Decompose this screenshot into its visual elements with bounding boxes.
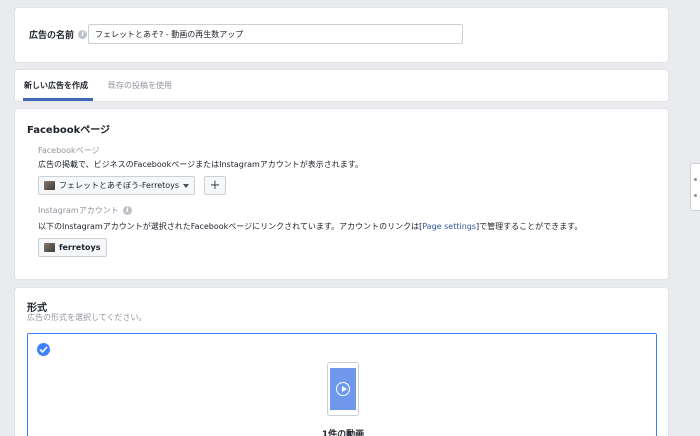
instagram-sub-label: Instagramアカウント i xyxy=(38,205,132,216)
facebook-page-description: 広告の掲載で、ビジネスのFacebookページまたはInstagramアカウント… xyxy=(38,160,364,169)
ad-name-value: フェレットとあそ? - 動画の再生数アップ xyxy=(95,29,244,39)
active-tab-indicator xyxy=(23,98,93,101)
phone-screen xyxy=(330,368,356,410)
facebook-page-card: Facebookページ Facebookページ 広告の掲載で、ビジネスのFace… xyxy=(15,109,668,279)
play-icon xyxy=(336,382,350,396)
instagram-account-button[interactable]: ferretoys xyxy=(38,238,107,257)
phone-video-icon xyxy=(327,362,359,416)
page-settings-link[interactable]: Page settings xyxy=(422,222,476,231)
side-panel-handle[interactable] xyxy=(690,163,700,211)
handle-dot xyxy=(694,178,697,181)
instagram-sub-label-text: Instagramアカウント xyxy=(38,206,119,215)
facebook-page-select[interactable]: フェレットとあそぼう-Ferretoys xyxy=(38,176,196,195)
format-subtitle: 広告の形式を選択してください。 xyxy=(27,313,147,322)
instagram-description: 以下のInstagramアカウントが選択されたFacebookページにリンクされ… xyxy=(38,221,582,232)
facebook-page-sub-label-text: Facebookページ xyxy=(38,146,100,155)
check-icon xyxy=(37,343,50,356)
format-card: 形式 広告の形式を選択してください。 1件の動画 xyxy=(15,288,668,436)
handle-dot xyxy=(694,194,697,197)
add-page-button[interactable]: + xyxy=(204,176,226,195)
facebook-page-section-title: Facebookページ xyxy=(27,125,111,136)
tab-use-existing-post-label: 既存の投稿を使用 xyxy=(108,81,172,90)
creation-tabs: 新しい広告を作成 既存の投稿を使用 xyxy=(15,70,668,101)
ad-name-label-text: 広告の名前 xyxy=(29,31,75,41)
chevron-down-icon xyxy=(183,183,190,188)
ad-name-card: 広告の名前 i フェレットとあそ? - 動画の再生数アップ xyxy=(15,8,668,62)
info-icon[interactable]: i xyxy=(122,206,132,215)
instagram-description-after: ]で管理することができます。 xyxy=(476,222,583,231)
ad-name-label: 広告の名前 i xyxy=(29,28,88,41)
ad-name-input[interactable]: フェレットとあそ? - 動画の再生数アップ xyxy=(88,24,463,44)
page-avatar-icon xyxy=(44,181,55,190)
instagram-description-before: 以下のInstagramアカウントが選択されたFacebookページにリンクされ… xyxy=(38,222,423,231)
format-option-label: 1件の動画 xyxy=(321,430,365,436)
facebook-page-sub-label: Facebookページ xyxy=(38,145,99,156)
facebook-page-select-value: フェレットとあそぼう-Ferretoys xyxy=(59,181,180,190)
plus-icon: + xyxy=(209,178,221,193)
info-icon[interactable]: i xyxy=(78,30,88,39)
tab-create-new-ad-label: 新しい広告を作成 xyxy=(24,81,88,90)
instagram-account-name: ferretoys xyxy=(59,243,101,252)
instagram-avatar-icon xyxy=(44,243,55,252)
format-option-single-video[interactable]: 1件の動画 xyxy=(27,333,657,436)
tab-use-existing-post[interactable]: 既存の投稿を使用 xyxy=(108,80,172,101)
